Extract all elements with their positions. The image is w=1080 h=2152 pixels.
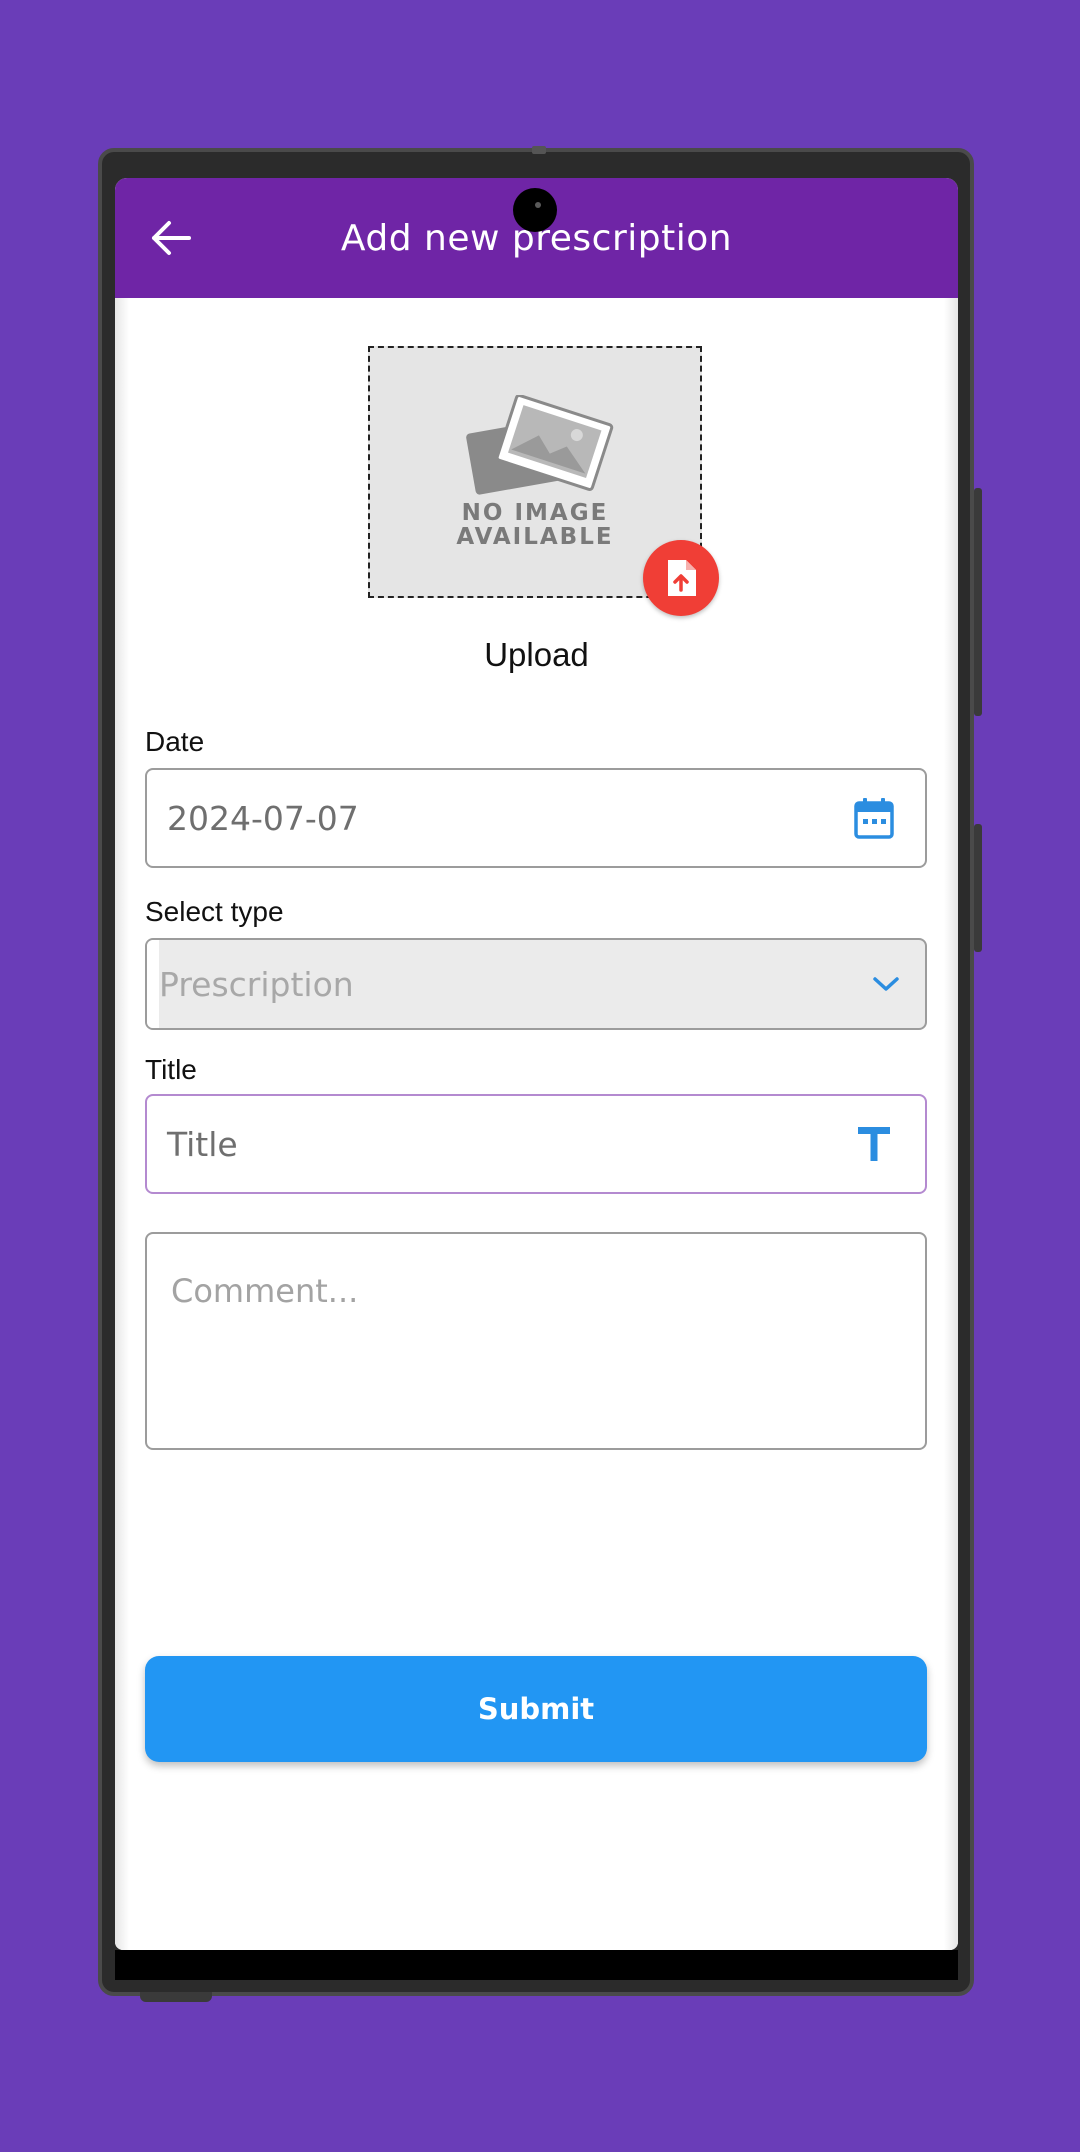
type-select[interactable]: Prescription [145, 938, 927, 1030]
title-input[interactable]: Title [145, 1094, 927, 1194]
type-label: Select type [145, 896, 284, 927]
phone-bottom-tab [140, 1992, 212, 2002]
screen-edge-left [115, 298, 129, 1950]
date-picker-button[interactable] [849, 793, 899, 843]
no-image-line2: AVAILABLE [456, 524, 614, 550]
calendar-icon [854, 798, 894, 839]
phone-power-button [974, 824, 982, 952]
date-value: 2024-07-07 [167, 798, 359, 838]
chevron-down-icon [873, 977, 899, 991]
no-image-text: NO IMAGE AVAILABLE [456, 501, 613, 549]
phone-volume-button [974, 488, 982, 716]
phone-speaker [532, 146, 546, 154]
submit-button[interactable]: Submit [145, 1656, 927, 1762]
back-button[interactable] [145, 212, 197, 264]
front-camera [513, 188, 557, 232]
type-selected-value: Prescription [159, 964, 354, 1004]
type-select-edge [147, 940, 159, 1028]
arrow-left-icon [152, 221, 191, 255]
phone-bottom-bezel [115, 1950, 958, 1980]
upload-label: Upload [484, 636, 589, 673]
type-dropdown-toggle[interactable] [861, 959, 911, 1009]
title-label: Title [145, 1054, 197, 1085]
text-t-icon [858, 1127, 890, 1161]
app-screen: Add new prescription NO IMAGE AVAILABLE [115, 178, 958, 1950]
image-placeholder-icon [466, 395, 614, 495]
app-bar: Add new prescription [115, 178, 958, 298]
date-field[interactable]: 2024-07-07 [145, 768, 927, 868]
comment-placeholder: Comment... [171, 1272, 359, 1310]
title-placeholder: Title [167, 1124, 238, 1164]
upload-button[interactable] [643, 540, 719, 616]
no-image-line1: NO IMAGE [461, 500, 609, 526]
file-upload-icon [668, 560, 696, 596]
comment-textarea[interactable]: Comment... [145, 1232, 927, 1450]
screen-edge-right [944, 298, 958, 1950]
text-icon-wrap [849, 1119, 899, 1169]
date-label: Date [145, 726, 205, 757]
